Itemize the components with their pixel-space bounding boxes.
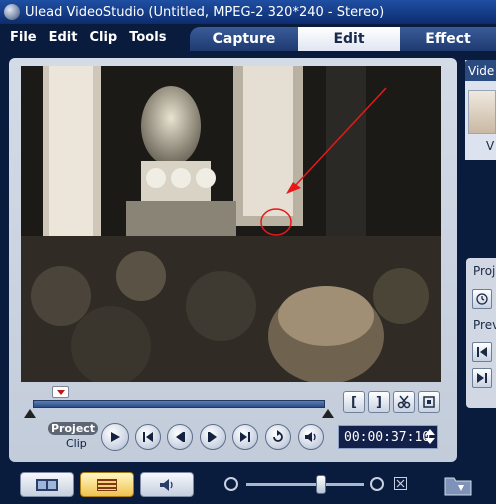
storyboard-view-button[interactable]: [20, 472, 74, 497]
project-settings-label: Proj: [473, 264, 496, 278]
volume-button[interactable]: [298, 424, 324, 450]
trim-end-handle[interactable]: [322, 409, 334, 418]
repeat-icon: [273, 430, 283, 442]
timecode-value: 00:00:37:10: [344, 429, 431, 445]
preview-settings-label: Prev: [473, 318, 496, 332]
fit-window-icon: [396, 479, 405, 488]
library-thumbnail-label: V: [486, 139, 495, 153]
skip-end-icon: [240, 432, 250, 442]
audio-view-button[interactable]: [140, 472, 194, 497]
scissors-icon: [397, 395, 411, 409]
options-panel: Proj Prev: [466, 258, 496, 408]
app-icon: [4, 4, 20, 20]
fit-project-button[interactable]: [394, 477, 407, 490]
video-preview: [21, 66, 441, 382]
clock-icon: [476, 293, 488, 305]
play-button[interactable]: [101, 423, 129, 451]
library-panel: Vide V: [465, 60, 496, 160]
timeline-view-button[interactable]: [80, 472, 134, 497]
repeat-button[interactable]: [265, 424, 291, 450]
window-title: Ulead VideoStudio (Untitled, MPEG-2 320*…: [25, 4, 385, 20]
enlarge-preview-button[interactable]: [418, 391, 440, 413]
chevron-up-icon[interactable]: [425, 429, 435, 435]
tab-capture[interactable]: Capture: [190, 27, 298, 51]
skip-start-icon: [477, 347, 487, 357]
tab-effect[interactable]: Effect: [400, 27, 496, 51]
scrub-bar[interactable]: [33, 400, 325, 408]
timecode-field[interactable]: 00:00:37:10: [338, 425, 438, 449]
preview-end-button[interactable]: [472, 368, 492, 388]
go-to-end-button[interactable]: [232, 424, 258, 450]
zoom-slider[interactable]: [246, 483, 364, 486]
bottom-toolbar: [0, 464, 496, 504]
timeline-icon: [97, 478, 117, 491]
skip-start-icon: [143, 432, 153, 442]
title-bar: Ulead VideoStudio (Untitled, MPEG-2 320*…: [0, 0, 496, 24]
video-frame: [21, 66, 441, 382]
preview-start-button[interactable]: [472, 342, 492, 362]
cut-clip-button[interactable]: [393, 391, 415, 413]
clip-mode-toggle[interactable]: Clip: [66, 437, 87, 450]
step-forward-icon: [208, 432, 217, 442]
menu-edit[interactable]: Edit: [49, 30, 78, 45]
menu-clip[interactable]: Clip: [89, 30, 117, 45]
library-dropdown[interactable]: Vide: [465, 60, 496, 81]
menu-tools[interactable]: Tools: [129, 30, 166, 45]
zoom-in-icon[interactable]: [370, 477, 384, 491]
trim-start-handle[interactable]: [24, 409, 36, 418]
playhead-marker[interactable]: [52, 386, 69, 398]
step-back-icon: [176, 432, 185, 442]
menu-bar: File Edit Clip Tools Capture Edit Effect: [0, 24, 496, 51]
chevron-down-icon[interactable]: [425, 438, 435, 444]
previous-frame-button[interactable]: [167, 424, 193, 450]
menu-file[interactable]: File: [10, 30, 37, 45]
folder-icon[interactable]: [444, 474, 472, 496]
go-to-start-button[interactable]: [135, 424, 161, 450]
play-icon: [111, 432, 120, 442]
fullscreen-icon: [423, 396, 435, 408]
zoom-slider-thumb[interactable]: [316, 475, 326, 494]
library-thumbnail[interactable]: [468, 90, 496, 134]
project-mode-toggle[interactable]: Project: [48, 422, 99, 435]
zoom-out-icon[interactable]: [224, 477, 238, 491]
speaker-icon: [160, 478, 173, 491]
speaker-icon: [305, 432, 316, 442]
menu-list: File Edit Clip Tools: [0, 24, 200, 51]
tab-edit[interactable]: Edit: [298, 27, 400, 51]
mark-in-button[interactable]: [: [343, 391, 365, 413]
duration-button[interactable]: [472, 289, 492, 309]
mark-out-button[interactable]: ]: [368, 391, 390, 413]
skip-end-icon: [477, 373, 487, 383]
storyboard-icon: [36, 478, 58, 491]
timecode-spinner[interactable]: [425, 428, 435, 446]
next-frame-button[interactable]: [200, 424, 226, 450]
